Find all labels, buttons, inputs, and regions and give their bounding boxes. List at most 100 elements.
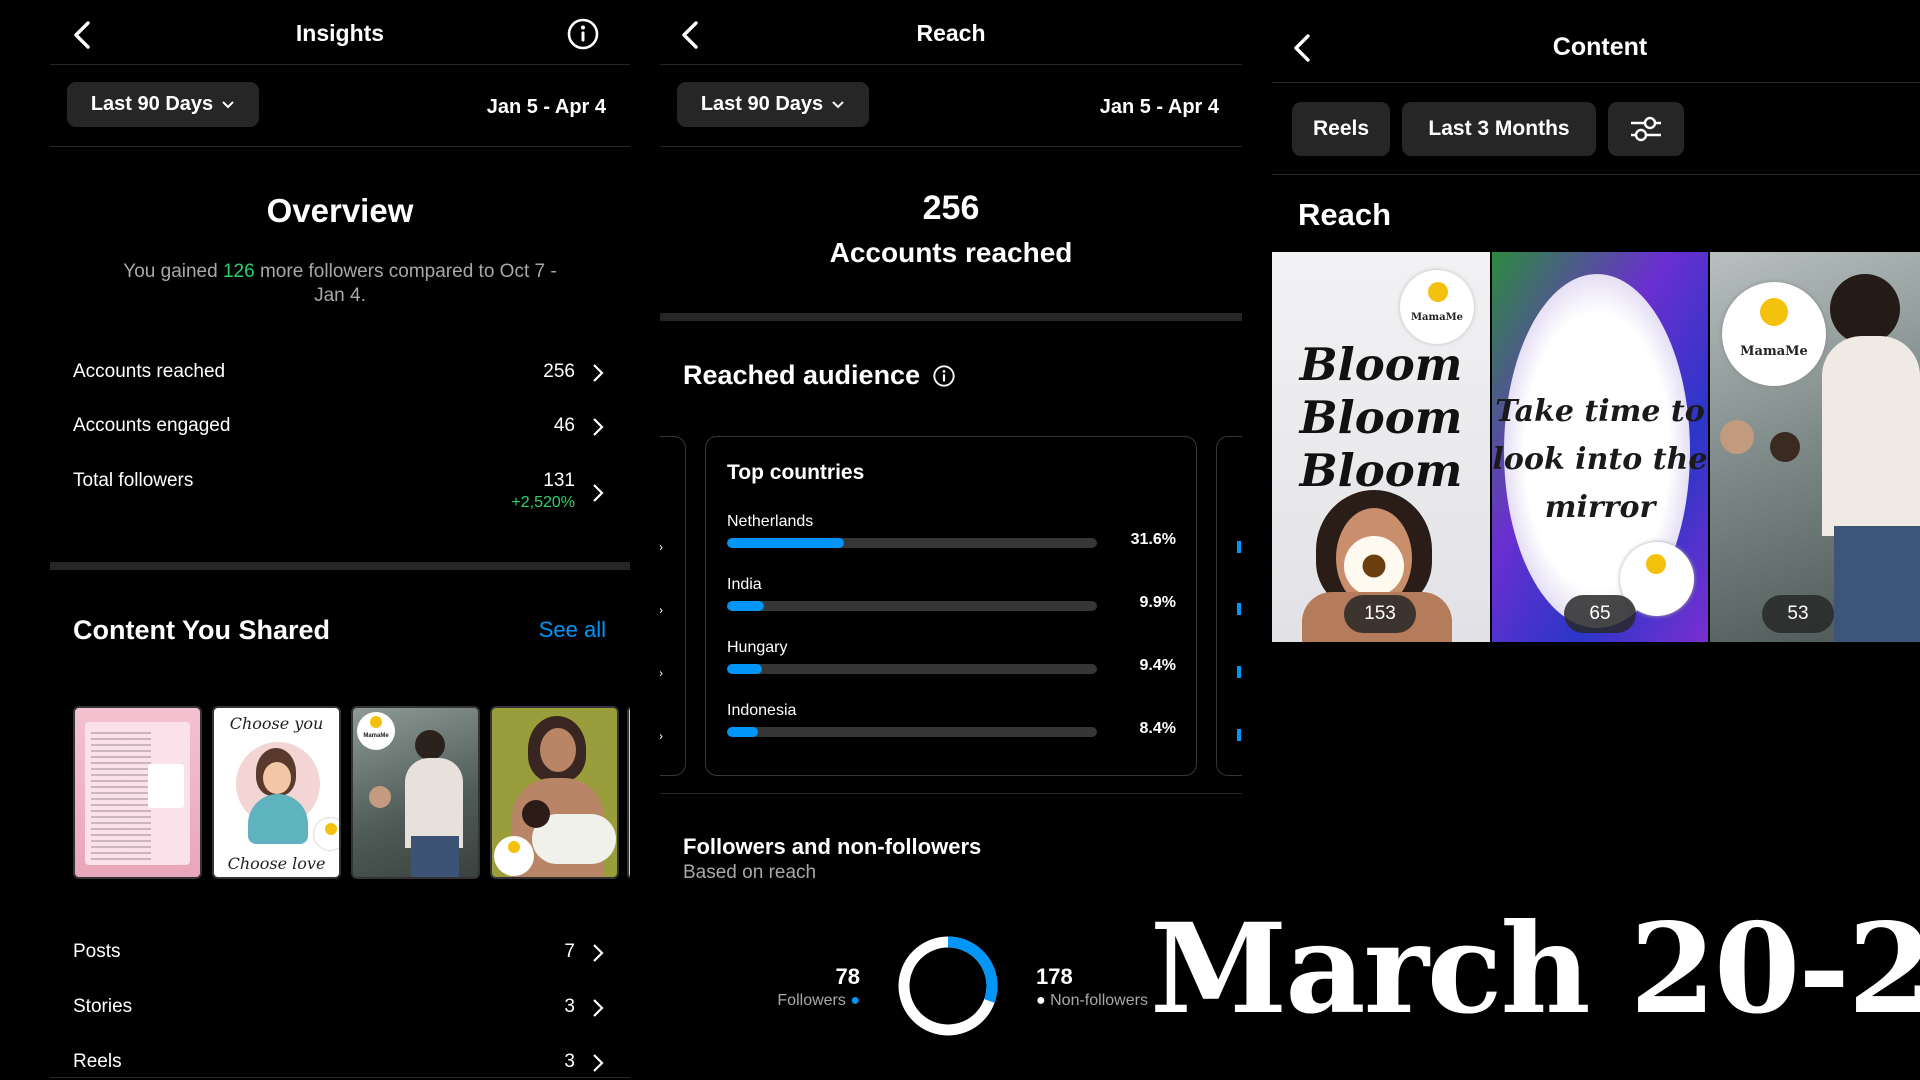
divider (50, 64, 630, 65)
reels-row[interactable]: Reels 3 (73, 1047, 605, 1079)
mamame-logo: MamaMe (1400, 270, 1474, 344)
accounts-reached-label: Accounts reached (829, 237, 1073, 268)
chevron-right-icon (593, 418, 604, 436)
date-range-label: Last 90 Days (700, 93, 824, 115)
content-thumbnail[interactable] (490, 706, 619, 879)
filter-period-label: Last 3 Months (1428, 117, 1570, 140)
top-countries-title: Top countries (727, 461, 865, 484)
chevron-right-icon: › (660, 666, 663, 680)
date-range-dropdown[interactable]: Last 90 Days (67, 82, 259, 127)
page-title: Content (1552, 33, 1648, 61)
logo-icon (325, 823, 337, 835)
section-divider (660, 313, 1242, 321)
logo-icon (1428, 282, 1448, 302)
divider (1272, 174, 1920, 175)
logo-text: MamaMe (363, 733, 389, 739)
audience-card-previous[interactable]: › › › › (660, 436, 686, 776)
filter-period-chip[interactable]: Last 3 Months (1402, 102, 1596, 156)
bar-fill-fragment (1237, 603, 1241, 615)
content-thumbnail-partial[interactable] (627, 706, 630, 879)
chevron-right-icon: › (660, 540, 663, 554)
chevron-down-icon (832, 100, 844, 108)
logo-text: MamaMe (1740, 344, 1808, 359)
divider (50, 146, 630, 147)
gained-prefix: You gained (123, 261, 223, 282)
chevron-right-icon: › (660, 729, 663, 743)
content-thumbnail[interactable]: MamaMe (351, 706, 480, 879)
row-label: Posts (73, 941, 121, 962)
row-label: Accounts reached (73, 361, 226, 382)
total-followers-row[interactable]: Total followers 131 +2,520% (73, 466, 605, 522)
country-percent: 8.4% (1139, 720, 1176, 737)
reach-section-title: Reach (1298, 197, 1392, 232)
sliders-icon (1631, 116, 1661, 142)
posts-row[interactable]: Posts 7 (73, 937, 605, 969)
country-percent: 9.4% (1139, 657, 1176, 674)
reached-audience-title: Reached audience (683, 360, 921, 390)
audience-card-next[interactable] (1216, 436, 1242, 776)
accounts-engaged-row[interactable]: Accounts engaged 46 (73, 411, 605, 443)
stories-row[interactable]: Stories 3 (73, 992, 605, 1024)
top-countries-card[interactable]: Top countries Netherlands 31.6% India 9.9% H… (705, 436, 1197, 776)
thumbnail-caption: Choose you (229, 714, 324, 733)
thumbnail-figure (369, 786, 391, 808)
filter-settings-button[interactable] (1608, 102, 1684, 156)
date-range-text: Jan 5 - Apr 4 (1099, 96, 1219, 118)
accounts-reached-row[interactable]: Accounts reached 256 (73, 357, 605, 389)
info-icon[interactable] (566, 17, 600, 51)
reel-thumbnail[interactable]: MamaMe 53 (1710, 252, 1920, 642)
reel-caption-line: Bloom (1299, 338, 1463, 391)
reel-figure-jeans (1834, 526, 1920, 642)
thumbnail-caption: Choose love (227, 854, 326, 873)
filter-type-chip[interactable]: Reels (1292, 102, 1390, 156)
insights-panel: Insights Last 90 Days Jan 5 - Apr 4 Over… (50, 0, 630, 1080)
thumbnail-face (263, 762, 291, 794)
reel-thumbnail[interactable]: Take time to look into the mirror 65 (1492, 252, 1708, 642)
flower-icon (1344, 536, 1404, 596)
thumbnail-figure (405, 758, 463, 848)
reel-thumbnail[interactable]: MamaMe Bloom Bloom Bloom 153 (1272, 252, 1490, 642)
bar-fill-fragment (1237, 729, 1241, 741)
reached-audience-heading: Reached audience (683, 360, 956, 391)
country-percent: 31.6% (1130, 531, 1176, 548)
logo-icon (1760, 298, 1788, 326)
reel-caption: Bloom Bloom Bloom (1272, 338, 1490, 497)
country-bar-track (727, 727, 1097, 737)
logo-icon (1646, 554, 1666, 574)
country-name: Indonesia (727, 702, 797, 719)
reel-view-count: 53 (1762, 595, 1834, 633)
gained-line2: Jan 4. (314, 285, 366, 306)
chevron-right-icon: › (660, 603, 663, 617)
chevron-right-icon (593, 999, 604, 1017)
thumbnail-face (540, 728, 576, 772)
date-range-dropdown[interactable]: Last 90 Days (677, 82, 869, 127)
section-divider (50, 562, 630, 570)
country-bar-fill (727, 727, 759, 737)
reel-figure-bg (1720, 420, 1754, 454)
content-shared-title: Content You Shared (73, 615, 331, 645)
reel-figure-body (1822, 336, 1920, 536)
see-all-link[interactable]: See all (539, 617, 606, 643)
filter-type-label: Reels (1312, 117, 1370, 140)
content-thumbnail[interactable]: Choose you Choose love (212, 706, 341, 879)
overview-title: Overview (266, 192, 414, 229)
bar-fill-fragment (1237, 541, 1241, 553)
reel-caption-line: Take time to (1495, 394, 1705, 429)
reel-figure-bg (1770, 432, 1800, 462)
row-value: 3 (564, 1051, 575, 1072)
info-icon[interactable] (932, 364, 956, 388)
followers-subtitle: Based on reach (683, 862, 817, 883)
reel-caption-line: Bloom (1299, 444, 1463, 497)
content-thumbnail[interactable] (73, 706, 202, 879)
reel-caption-line: look into the (1492, 442, 1708, 477)
divider (50, 1077, 630, 1078)
thumbnail-document (85, 722, 190, 865)
followers-gained-text: You gained 126 more followers compared t… (80, 260, 600, 308)
row-value: 46 (553, 415, 575, 436)
country-bar-fill (727, 601, 764, 611)
page-title: Reach (916, 20, 986, 46)
date-range-text: Jan 5 - Apr 4 (486, 96, 606, 118)
date-range-label: Last 90 Days (90, 93, 214, 115)
legend-dot-icon: ● (850, 992, 860, 1009)
followers-delta: +2,520% (511, 494, 575, 511)
